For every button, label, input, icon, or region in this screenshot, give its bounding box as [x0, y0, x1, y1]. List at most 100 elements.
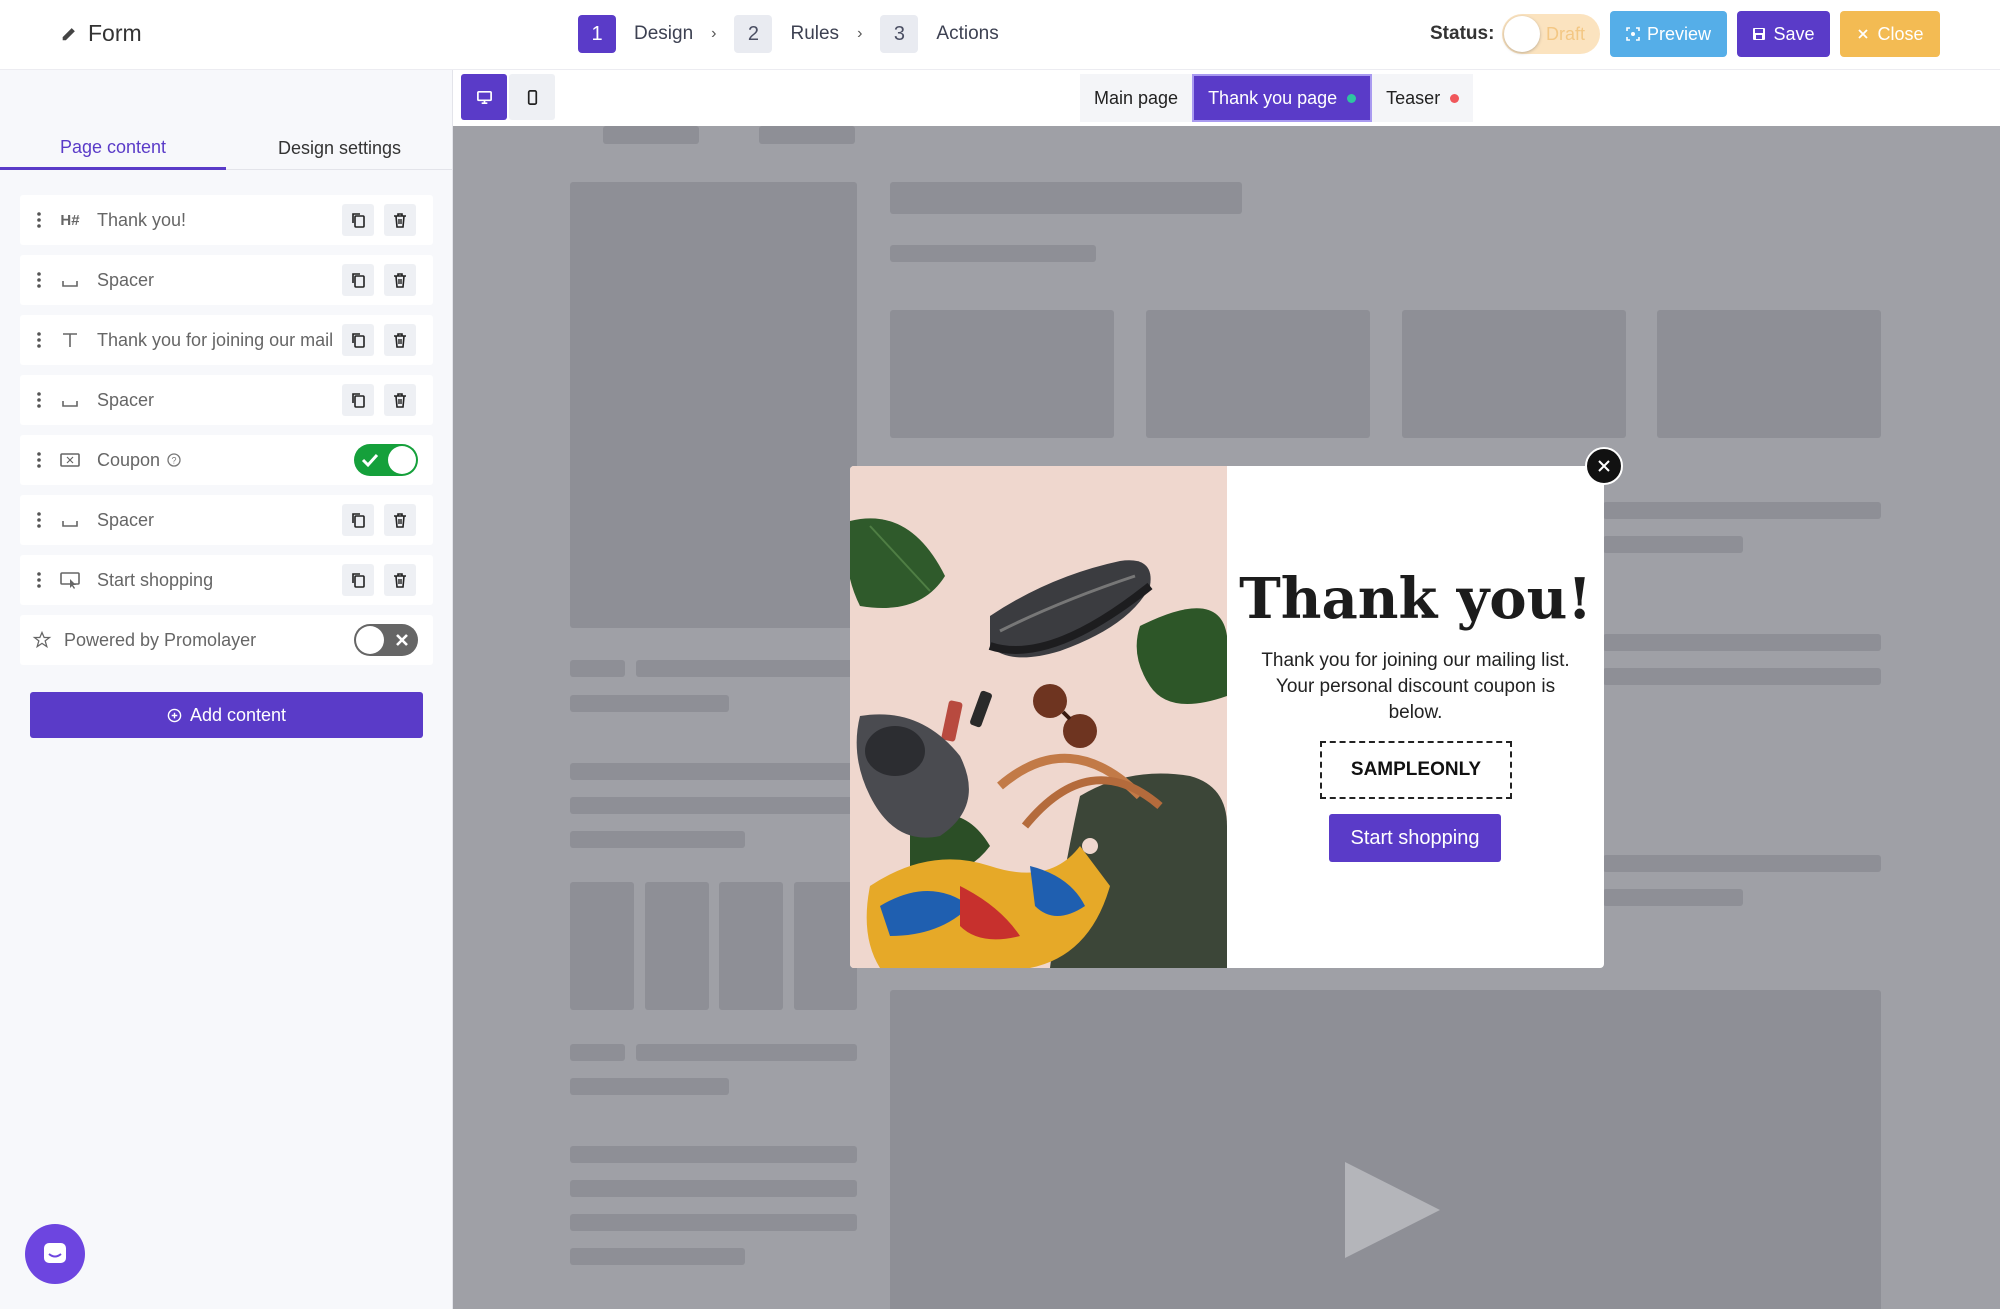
button-icon — [60, 572, 80, 589]
add-content-button[interactable]: Add content — [30, 692, 423, 738]
pencil-icon — [62, 27, 75, 40]
mobile-icon — [527, 89, 537, 105]
desktop-view-button[interactable] — [461, 74, 507, 120]
toggle-knob — [356, 626, 384, 654]
placeholder-block — [570, 1044, 625, 1061]
thank-you-popup: Thank you! Thank you for joining our mai… — [850, 466, 1604, 968]
powered-by-row: Powered by Promolayer — [20, 615, 433, 665]
content-item-text[interactable]: Thank you for joining our mail — [20, 315, 433, 365]
delete-button[interactable] — [384, 564, 416, 596]
drag-handle-icon[interactable] — [34, 270, 44, 290]
powered-by-label: Powered by Promolayer — [64, 629, 257, 650]
duplicate-button[interactable] — [342, 324, 374, 356]
toggle-knob — [388, 446, 416, 474]
floppy-disk-icon — [1753, 28, 1766, 40]
delete-button[interactable] — [384, 204, 416, 236]
star-icon — [32, 630, 52, 649]
placeholder-block — [570, 695, 729, 712]
panel-tabs: Page content Design settings — [0, 128, 453, 170]
popup-content: Thank you! Thank you for joining our mai… — [1227, 466, 1604, 968]
content-item-heading[interactable]: H# Thank you! — [20, 195, 433, 245]
step-design[interactable]: Design — [634, 23, 693, 45]
tab-main-page[interactable]: Main page — [1080, 74, 1193, 122]
duplicate-button[interactable] — [342, 504, 374, 536]
chevron-right-icon: › — [711, 25, 717, 42]
form-title[interactable]: Form — [60, 20, 142, 47]
drag-handle-icon[interactable] — [34, 210, 44, 230]
content-item-label: Coupon — [97, 449, 161, 470]
status-dot — [1450, 93, 1460, 103]
content-item-spacer[interactable]: Spacer — [20, 495, 433, 545]
placeholder-card — [1402, 310, 1626, 438]
chevron-right-icon: › — [857, 25, 863, 42]
save-button[interactable]: Save — [1737, 11, 1830, 57]
drag-handle-icon[interactable] — [34, 390, 44, 410]
placeholder-thumb — [645, 882, 709, 1010]
tab-page-content[interactable]: Page content — [0, 128, 226, 170]
placeholder-block — [570, 1214, 857, 1231]
delete-button[interactable] — [384, 504, 416, 536]
drag-handle-icon[interactable] — [34, 450, 44, 470]
duplicate-button[interactable] — [342, 264, 374, 296]
delete-button[interactable] — [384, 384, 416, 416]
placeholder-block — [1603, 634, 1881, 651]
step-2-number[interactable]: 2 — [734, 15, 773, 53]
content-item-spacer[interactable]: Spacer — [20, 375, 433, 425]
form-title-text: Form — [88, 20, 142, 46]
start-shopping-button[interactable]: Start shopping — [1329, 814, 1501, 862]
placeholder-block — [1603, 889, 1743, 906]
wizard-steps: 1 Design › 2 Rules › 3 Actions — [578, 15, 1017, 53]
fashion-flatlay-illustration — [850, 466, 1227, 968]
placeholder-image — [570, 182, 857, 628]
content-item-spacer[interactable]: Spacer — [20, 255, 433, 305]
trash-icon — [394, 333, 406, 348]
status-toggle[interactable]: Draft — [1502, 14, 1600, 54]
page-tabs: Main page Thank you page Teaser — [1080, 74, 1474, 122]
placeholder-block — [890, 182, 1242, 214]
step-actions[interactable]: Actions — [936, 23, 998, 45]
popup-title: Thank you! — [1239, 566, 1592, 632]
chat-launcher[interactable] — [25, 1224, 85, 1284]
text-icon — [63, 333, 77, 347]
coupon-toggle[interactable] — [354, 444, 418, 476]
close-button[interactable]: Close — [1840, 11, 1940, 57]
heading-icon: H# — [60, 211, 80, 229]
tab-design-settings[interactable]: Design settings — [226, 128, 453, 170]
popup-close-button[interactable] — [1585, 447, 1623, 485]
placeholder-block — [1603, 502, 1881, 519]
spacer-icon — [62, 521, 78, 527]
placeholder-block — [570, 797, 857, 814]
duplicate-button[interactable] — [342, 204, 374, 236]
step-3-number[interactable]: 3 — [880, 15, 919, 53]
placeholder-block — [890, 245, 1096, 262]
chat-icon — [44, 1243, 66, 1263]
popup-message: Thank you for joining our mailing list. … — [1261, 650, 1570, 723]
save-label: Save — [1773, 23, 1815, 44]
tab-teaser[interactable]: Teaser — [1372, 74, 1474, 122]
content-item-button[interactable]: Start shopping — [20, 555, 433, 605]
drag-handle-icon[interactable] — [34, 570, 44, 590]
placeholder-block — [570, 1078, 729, 1095]
help-icon[interactable]: ? — [166, 452, 182, 468]
preview-button[interactable]: Preview — [1610, 11, 1727, 57]
content-item-label: Start shopping — [97, 569, 214, 590]
placeholder-thumb — [719, 882, 783, 1010]
drag-handle-icon[interactable] — [34, 330, 44, 350]
trash-icon — [394, 573, 406, 588]
powered-by-toggle[interactable] — [354, 624, 418, 656]
step-1-number[interactable]: 1 — [578, 15, 616, 53]
tab-label: Thank you page — [1208, 87, 1338, 108]
plus-circle-icon — [167, 708, 182, 722]
step-rules[interactable]: Rules — [790, 23, 839, 45]
drag-handle-icon[interactable] — [34, 510, 44, 530]
duplicate-button[interactable] — [342, 564, 374, 596]
mobile-view-button[interactable] — [509, 74, 555, 120]
content-item-label: Thank you for joining our mail — [97, 329, 334, 350]
delete-button[interactable] — [384, 264, 416, 296]
content-item-coupon[interactable]: Coupon ? — [20, 435, 433, 485]
duplicate-button[interactable] — [342, 384, 374, 416]
delete-button[interactable] — [384, 324, 416, 356]
copy-icon — [352, 273, 365, 288]
coupon-code[interactable]: SAMPLEONLY — [1320, 741, 1512, 799]
tab-thank-you-page[interactable]: Thank you page — [1192, 74, 1373, 122]
